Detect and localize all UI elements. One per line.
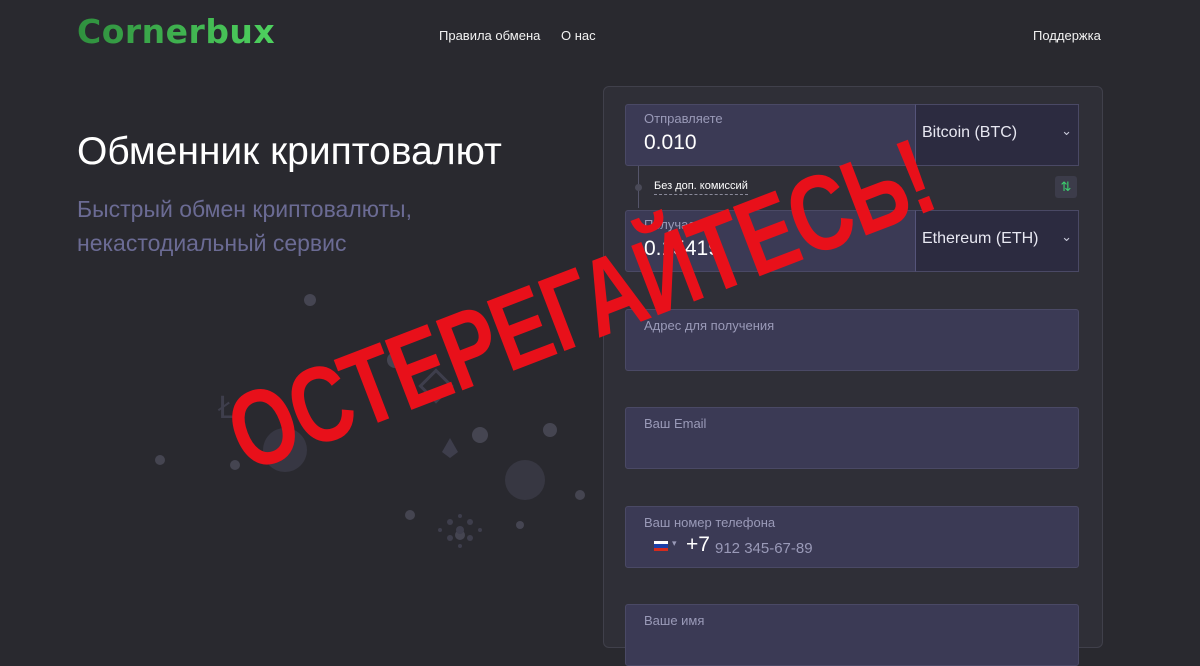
cardano-icon bbox=[438, 514, 482, 548]
email-label: Ваш Email bbox=[644, 416, 707, 431]
fee-dot-icon bbox=[635, 184, 642, 191]
chevron-down-icon: ⌄ bbox=[1061, 229, 1072, 244]
send-amount-value[interactable]: 0.010 bbox=[644, 131, 697, 155]
name-field[interactable]: Ваше имя bbox=[625, 604, 1079, 666]
bokeh-dot-icon bbox=[543, 423, 557, 437]
hero-title: Обменник криптовалют bbox=[77, 130, 502, 173]
hero-subtitle-line-1: Быстрый обмен криптовалюты, bbox=[77, 196, 412, 222]
hero-subtitle: Быстрый обмен криптовалюты, некастодиаль… bbox=[77, 192, 537, 260]
send-label: Отправляете bbox=[644, 111, 723, 126]
bokeh-dot-icon bbox=[472, 427, 488, 443]
phone-label: Ваш номер телефона bbox=[644, 515, 776, 530]
phone-country-code: +7 bbox=[686, 533, 710, 556]
hero-subtitle-line-2: некастодиальный сервис bbox=[77, 230, 347, 256]
logo[interactable]: Cornerbux bbox=[77, 12, 275, 51]
nav-support[interactable]: Поддержка bbox=[1033, 28, 1101, 43]
bokeh-dot-icon bbox=[575, 490, 585, 500]
russia-flag-icon[interactable] bbox=[654, 541, 668, 551]
chevron-down-icon[interactable]: ▾ bbox=[672, 538, 677, 549]
nav-about[interactable]: О нас bbox=[561, 28, 596, 43]
bokeh-dot-icon bbox=[405, 510, 415, 520]
name-label: Ваше имя bbox=[644, 613, 705, 628]
phone-field[interactable]: Ваш номер телефона ▾ +7 912 345-67-89 bbox=[625, 506, 1079, 568]
bokeh-dot-icon bbox=[304, 294, 316, 306]
phone-placeholder[interactable]: 912 345-67-89 bbox=[715, 540, 813, 557]
swap-arrows-icon[interactable]: ⇅ bbox=[1055, 176, 1077, 198]
monero-icon bbox=[505, 460, 545, 500]
email-field[interactable]: Ваш Email bbox=[625, 407, 1079, 469]
bokeh-dot-icon bbox=[516, 521, 524, 529]
chevron-down-icon: ⌄ bbox=[1061, 123, 1072, 138]
ethereum-icon bbox=[442, 438, 458, 458]
nav-exchange-rules[interactable]: Правила обмена bbox=[439, 28, 540, 43]
